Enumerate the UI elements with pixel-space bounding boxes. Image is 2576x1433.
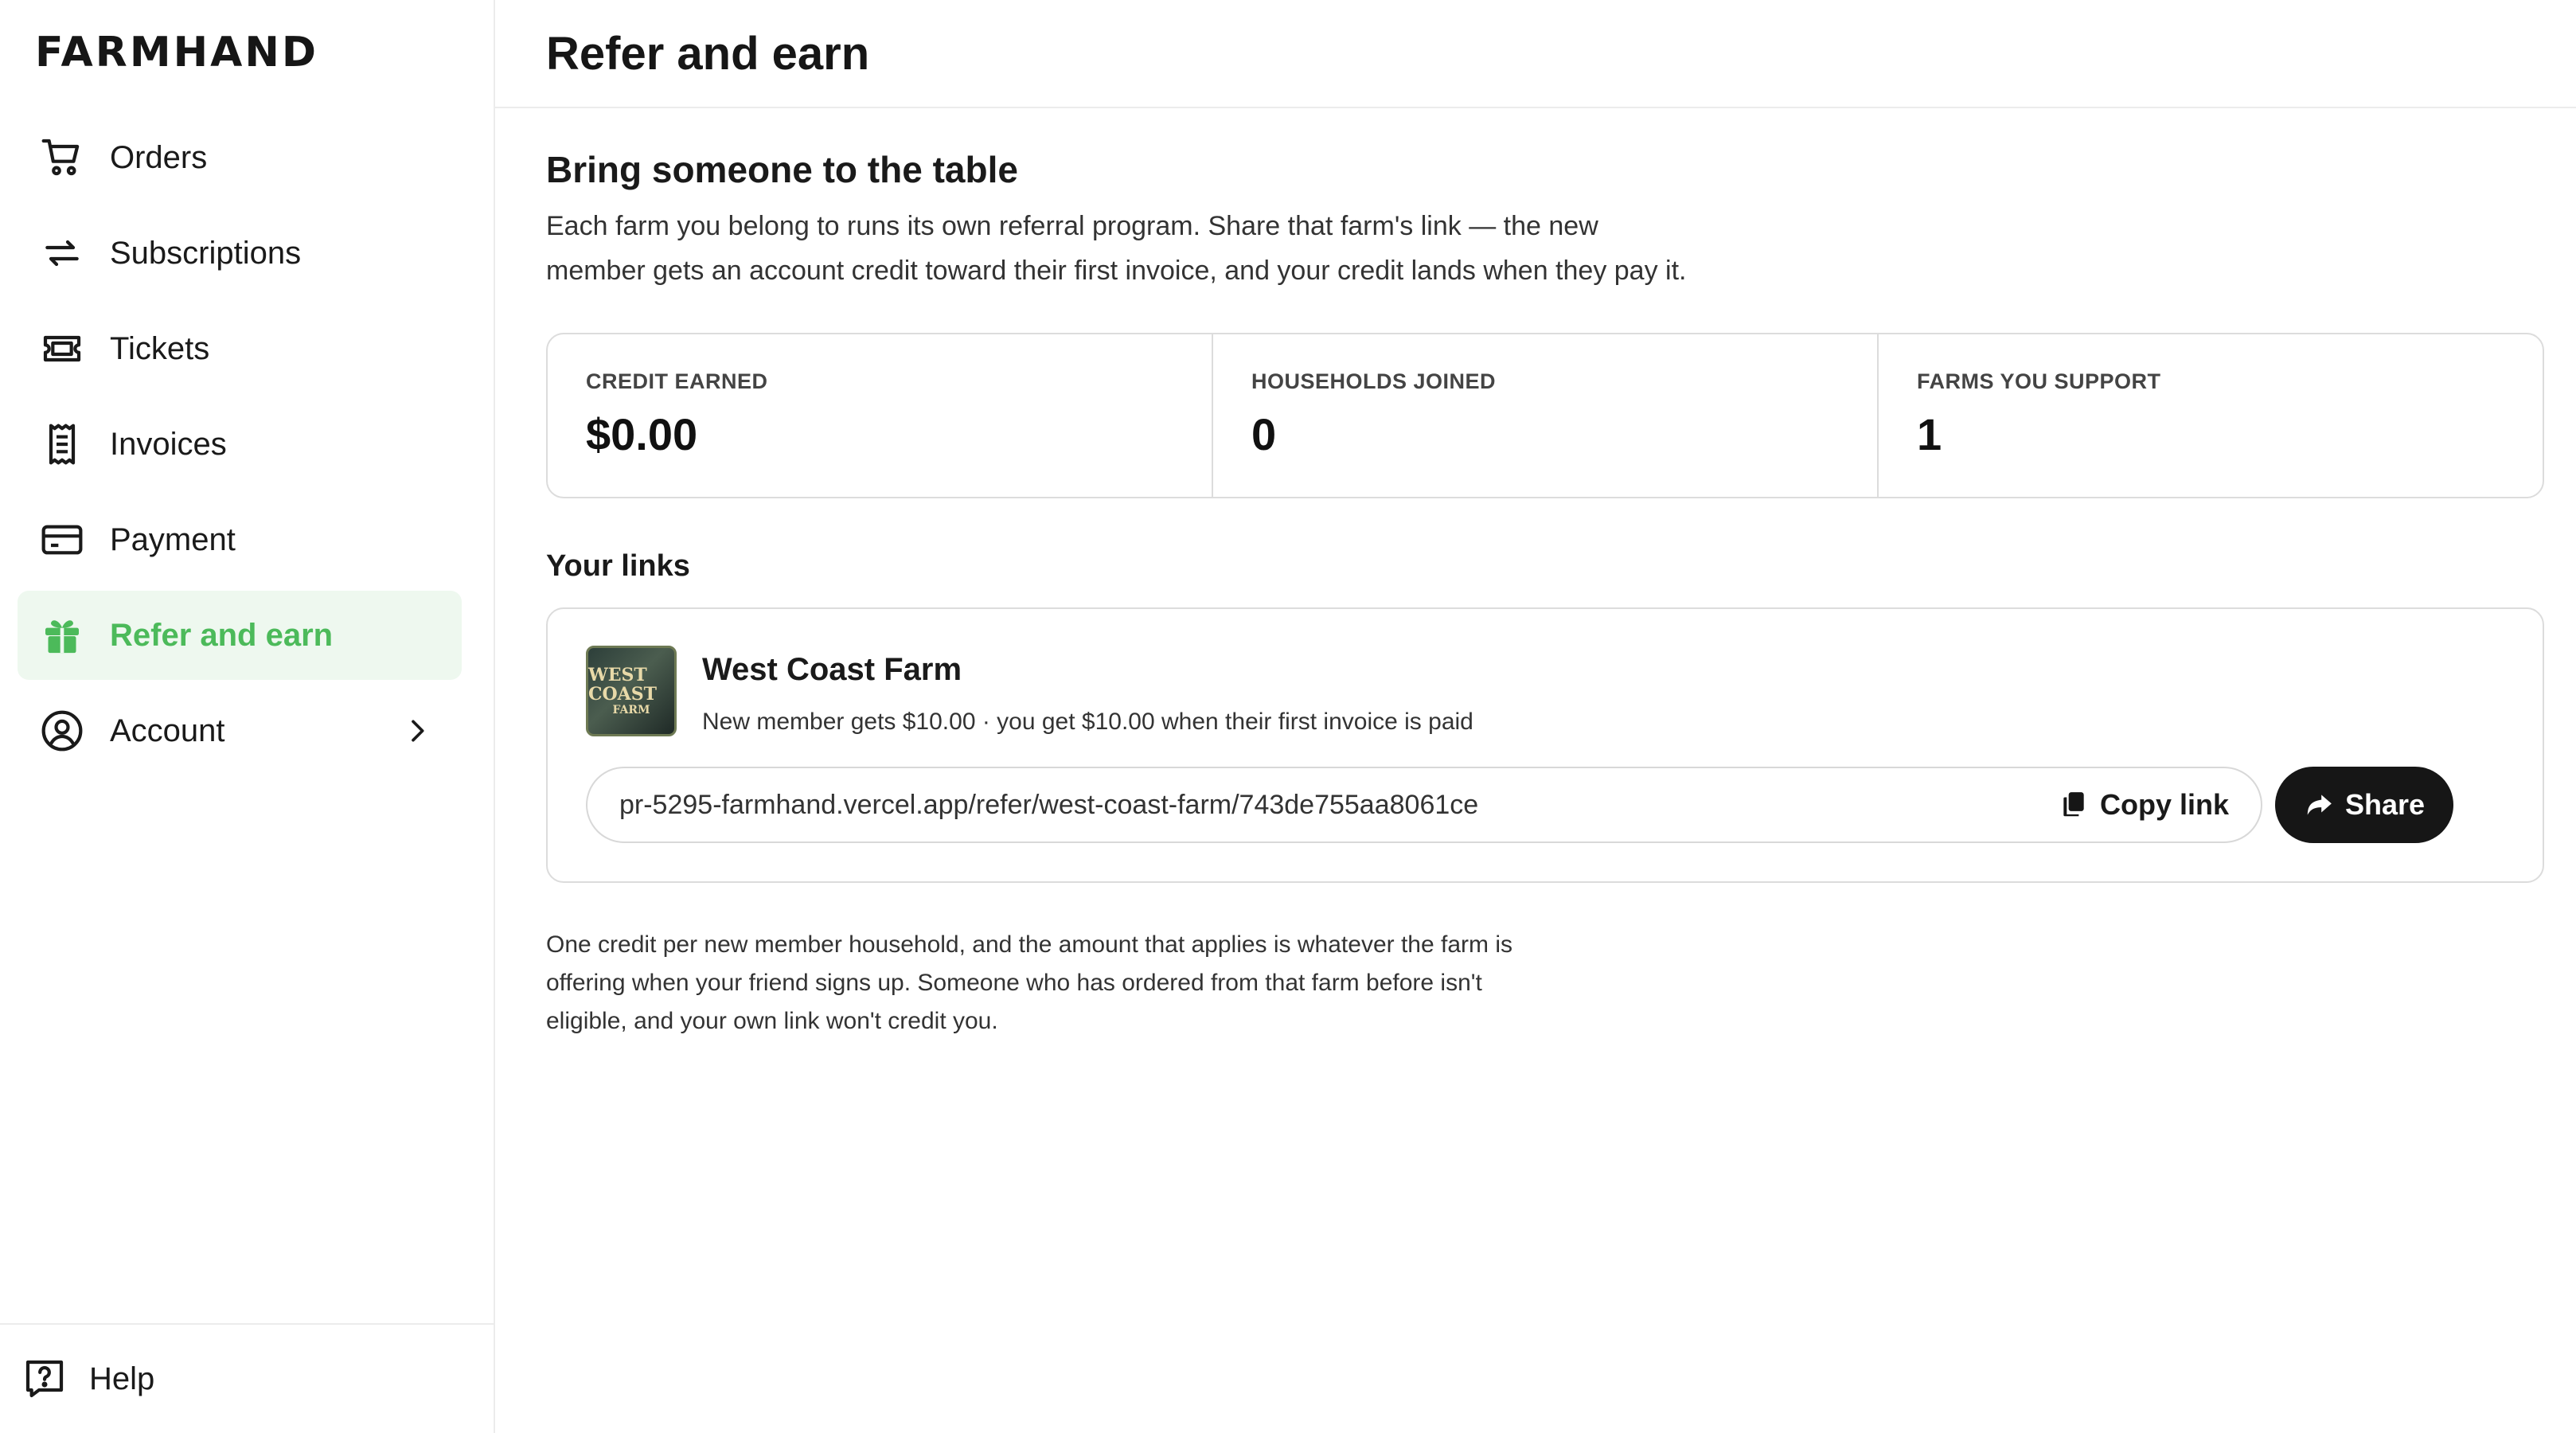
stat-label: HOUSEHOLDS JOINED (1251, 369, 1497, 393)
page-header: Refer and earn (495, 0, 2576, 108)
help-button[interactable]: Help (0, 1323, 494, 1433)
stat-label: FARMS YOU SUPPORT (1917, 369, 2161, 393)
main-content: Refer and earn Bring someone to the tabl… (495, 0, 2576, 1433)
sidebar-item-tickets[interactable]: Tickets (18, 304, 462, 393)
page-title: Refer and earn (546, 27, 870, 80)
receipt-icon (40, 422, 84, 467)
referral-url[interactable]: pr-5295-farmhand.vercel.app/refer/west-c… (619, 790, 2059, 821)
chevron-right-icon (401, 715, 433, 747)
cart-icon (40, 135, 84, 180)
sidebar-item-label: Refer and earn (110, 617, 334, 653)
sidebar: FARMHAND Orders Subscriptions Tickets In… (0, 0, 495, 1433)
sidebar-item-orders[interactable]: Orders (18, 113, 462, 202)
farm-logo: WEST COAST FARM (586, 646, 677, 736)
intro-text: Each farm you belong to runs its own ref… (546, 211, 1687, 286)
sidebar-item-refer-and-earn[interactable]: Refer and earn (18, 591, 462, 680)
farm-info: West Coast Farm New member gets $10.00 ·… (702, 646, 1473, 736)
farm-row: WEST COAST FARM West Coast Farm New memb… (586, 646, 2504, 736)
share-icon (2307, 795, 2332, 815)
help-icon (22, 1357, 67, 1401)
farm-offer-description: New member gets $10.00 · you get $10.00 … (702, 709, 1473, 735)
link-row: pr-5295-farmhand.vercel.app/refer/west-c… (586, 767, 2504, 843)
stat-value: 1 (1917, 409, 1942, 459)
sidebar-item-label: Account (110, 713, 225, 748)
farm-logo-text: WEST COAST (588, 665, 658, 705)
farm-logo-subtext: FARM (612, 704, 650, 716)
copy-icon (2063, 792, 2084, 817)
sidebar-item-subscriptions[interactable]: Subscriptions (18, 209, 462, 298)
help-label: Help (89, 1361, 155, 1396)
stat-households-joined: HOUSEHOLDS JOINED 0 (1213, 334, 1879, 497)
stat-credit-earned: CREDIT EARNED $0.00 (548, 334, 1213, 497)
links-title: Your links (546, 549, 690, 583)
share-button[interactable]: Share (2275, 767, 2453, 843)
repeat-icon (40, 231, 84, 275)
sidebar-item-invoices[interactable]: Invoices (18, 400, 462, 489)
stat-label: CREDIT EARNED (586, 369, 768, 393)
gift-icon (40, 613, 84, 658)
referral-link-card: WEST COAST FARM West Coast Farm New memb… (546, 607, 2544, 883)
section-title: Bring someone to the table (546, 149, 1018, 190)
share-label: Share (2344, 788, 2426, 821)
stat-farms-you-support: FARMS YOU SUPPORT 1 (1879, 334, 2543, 497)
sidebar-item-label: Invoices (110, 426, 227, 462)
stat-value: $0.00 (586, 409, 698, 459)
brand-logo[interactable]: FARMHAND (35, 29, 318, 76)
copy-link-label: Copy link (2099, 788, 2229, 821)
sidebar-item-label: Orders (110, 139, 208, 175)
stat-value: 0 (1251, 409, 1277, 459)
ticket-icon (40, 326, 84, 371)
referral-link-field[interactable]: pr-5295-farmhand.vercel.app/refer/west-c… (586, 767, 2262, 843)
sidebar-item-payment[interactable]: Payment (18, 495, 462, 584)
user-circle-icon (40, 709, 84, 753)
sidebar-item-label: Payment (110, 521, 236, 557)
sidebar-nav: Orders Subscriptions Tickets Invoices Pa… (18, 113, 462, 782)
referral-section: Bring someone to the table Each farm you… (495, 108, 2549, 1041)
sidebar-item-label: Tickets (110, 330, 210, 366)
stats-panel: CREDIT EARNED $0.00 HOUSEHOLDS JOINED 0 … (546, 333, 2544, 498)
copy-link-button[interactable]: Copy link (2059, 788, 2229, 822)
sidebar-item-label: Subscriptions (110, 235, 302, 271)
eligibility-footnote: One credit per new member household, and… (546, 931, 1512, 1034)
app: FARMHAND Orders Subscriptions Tickets In… (0, 0, 2576, 1433)
sidebar-item-account[interactable]: Account (18, 686, 462, 775)
credit-card-icon (40, 517, 84, 562)
farm-name: West Coast Farm (702, 652, 962, 687)
